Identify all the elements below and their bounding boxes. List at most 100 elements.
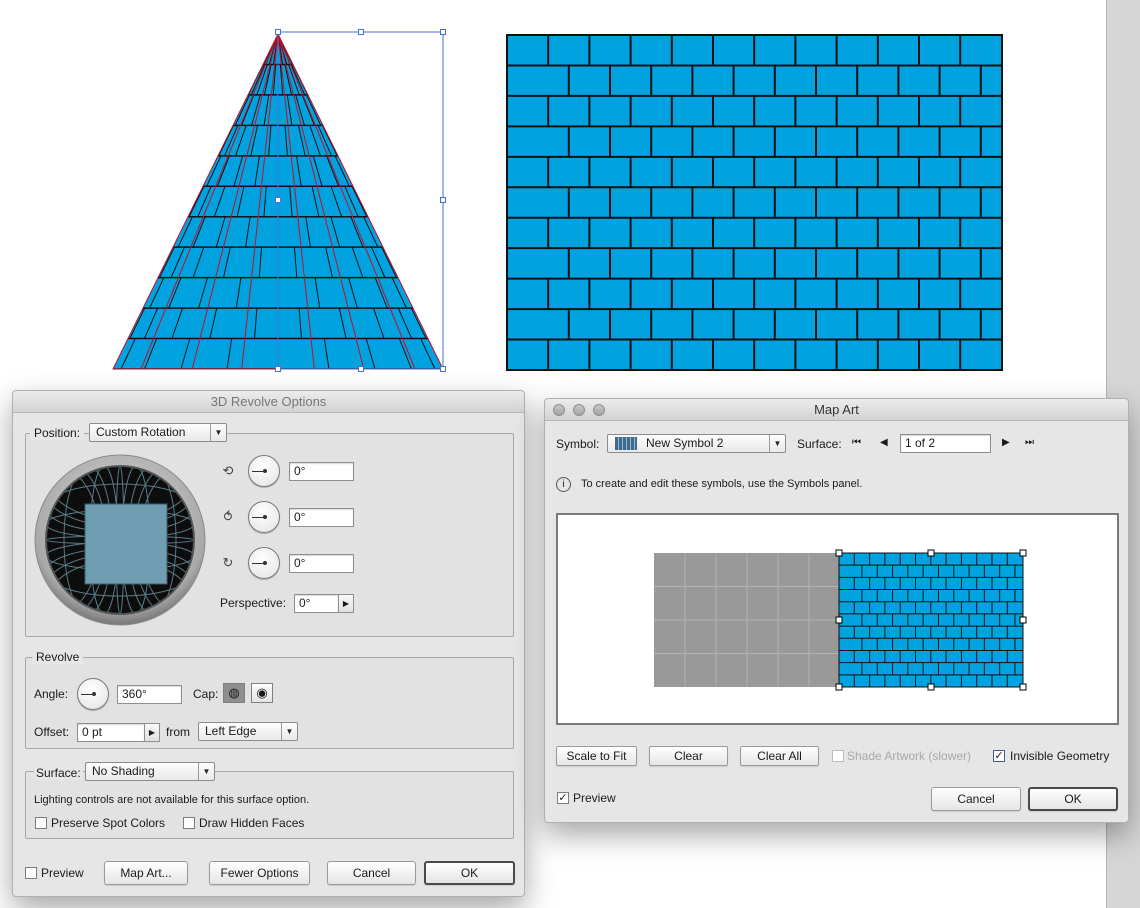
map-art-preview-checkbox[interactable]: ✓ xyxy=(557,792,569,804)
cap-off-button[interactable]: ◉ xyxy=(251,683,273,703)
revolve-dialog-title: 3D Revolve Options xyxy=(13,391,524,413)
zoom-window-button[interactable] xyxy=(593,404,605,416)
angle-field[interactable]: 360° xyxy=(117,685,182,704)
close-window-button[interactable] xyxy=(553,404,565,416)
surface-group: Surface: No Shading ▼ Lighting controls … xyxy=(25,762,514,839)
map-art-preview-area[interactable] xyxy=(556,513,1119,725)
mini-wall-fill xyxy=(839,553,1023,687)
brick-wall-symbol-artwork[interactable] xyxy=(506,34,1003,371)
position-value: Custom Rotation xyxy=(96,425,186,439)
map-art-ok-button[interactable]: OK xyxy=(1028,787,1118,811)
map-art-preview-label: Preview xyxy=(573,791,616,805)
invisible-geometry-checkbox[interactable]: ✓ xyxy=(993,750,1005,762)
first-surface-icon[interactable]: ⏮ xyxy=(852,437,861,448)
chevron-down-icon: ▼ xyxy=(198,763,214,780)
preserve-spot-colors-checkbox[interactable] xyxy=(35,817,47,829)
position-label: Position: xyxy=(30,426,85,440)
map-art-button[interactable]: Map Art... xyxy=(104,861,188,885)
angle-label: Angle: xyxy=(34,687,69,701)
y-rotation-field[interactable]: 0° xyxy=(289,508,354,527)
angle-dial[interactable] xyxy=(77,678,109,710)
selection-handle xyxy=(275,197,281,203)
offset-arrow-button[interactable]: ▶ xyxy=(144,723,160,742)
selection-handle xyxy=(358,29,364,35)
shade-artwork-checkbox[interactable] xyxy=(832,750,844,762)
uv-map-canvas xyxy=(654,549,1027,691)
draw-hidden-faces-checkbox[interactable] xyxy=(183,817,195,829)
from-edge-value: Left Edge xyxy=(205,724,257,738)
symbol-handle xyxy=(835,683,843,691)
symbol-value: New Symbol 2 xyxy=(646,436,724,450)
z-rotation-dial[interactable] xyxy=(248,547,280,579)
last-surface-icon[interactable]: ⏭ xyxy=(1025,437,1034,448)
revolve-options-dialog: 3D Revolve Options Position: Custom Rota… xyxy=(12,390,525,897)
surface-index-field[interactable]: 1 of 2 xyxy=(900,434,991,453)
symbol-handle xyxy=(1019,683,1027,691)
surface-note: Lighting controls are not available for … xyxy=(34,794,310,806)
x-rotation-field[interactable]: 0° xyxy=(289,462,354,481)
symbol-dropdown[interactable]: New Symbol 2 ▼ xyxy=(607,434,786,453)
minimize-window-button[interactable] xyxy=(573,404,585,416)
surface-value: No Shading xyxy=(92,764,155,778)
map-art-cancel-button[interactable]: Cancel xyxy=(931,787,1021,811)
symbol-handle xyxy=(835,616,843,624)
map-art-dialog: Map Art Symbol: New Symbol 2 ▼ Surface: … xyxy=(544,398,1129,823)
offset-label: Offset: xyxy=(34,725,70,739)
perspective-arrow-button[interactable]: ▶ xyxy=(338,594,354,613)
position-dropdown[interactable]: Custom Rotation ▼ xyxy=(89,423,227,442)
info-icon: i xyxy=(556,477,571,492)
previous-surface-icon[interactable]: ◀ xyxy=(880,437,888,448)
map-art-title: Map Art xyxy=(814,402,859,417)
z-rotation-field[interactable]: 0° xyxy=(289,554,354,573)
y-axis-rotation-icon: ⥀ xyxy=(223,509,233,524)
info-text: To create and edit these symbols, use th… xyxy=(581,478,863,490)
revolve-preview-label: Preview xyxy=(41,866,84,880)
fewer-options-button[interactable]: Fewer Options xyxy=(209,861,310,885)
artboard xyxy=(112,29,1003,372)
cap-on-button[interactable]: ◍ xyxy=(223,683,245,703)
symbol-handle xyxy=(835,549,843,557)
offset-field[interactable]: 0 pt xyxy=(77,723,145,742)
position-group: Position: Custom Rotation ▼ ⟲ 0° ⥀ 0° ↻ xyxy=(25,423,514,637)
z-axis-rotation-icon: ↻ xyxy=(222,555,234,570)
clear-button[interactable]: Clear xyxy=(649,746,728,766)
symbol-handle xyxy=(927,683,935,691)
next-surface-icon[interactable]: ▶ xyxy=(1002,437,1010,448)
scale-to-fit-button[interactable]: Scale to Fit xyxy=(556,746,637,766)
revolve-preview-checkbox[interactable] xyxy=(25,867,37,879)
selection-handle xyxy=(358,366,364,372)
surface-uv-map xyxy=(654,553,839,687)
selection-handle xyxy=(440,29,446,35)
y-rotation-dial[interactable] xyxy=(248,501,280,533)
track-cube-widget[interactable] xyxy=(34,454,206,626)
from-edge-dropdown[interactable]: Left Edge ▼ xyxy=(198,722,298,741)
wall-fill xyxy=(507,35,1002,370)
surface-nav-label: Surface: xyxy=(797,437,842,451)
from-label: from xyxy=(166,725,190,739)
revolve-group-label: Revolve xyxy=(32,650,84,664)
perspective-label: Perspective: xyxy=(220,596,287,610)
chevron-down-icon: ▼ xyxy=(769,435,785,452)
selection-handle xyxy=(440,197,446,203)
symbol-thumbnail-icon xyxy=(615,437,637,450)
map-art-titlebar: Map Art xyxy=(545,399,1128,421)
x-rotation-dial[interactable] xyxy=(248,455,280,487)
selection-handle xyxy=(275,29,281,35)
x-axis-rotation-icon: ⟲ xyxy=(222,463,234,478)
selection-handle xyxy=(440,366,446,372)
preserve-spot-colors-label: Preserve Spot Colors xyxy=(51,816,166,830)
surface-dropdown[interactable]: No Shading ▼ xyxy=(85,762,215,781)
perspective-field[interactable]: 0° xyxy=(294,594,339,613)
revolve-group: Revolve Angle: 360° Cap: ◍ ◉ Offset: 0 p… xyxy=(25,650,514,749)
shade-artwork-label: Shade Artwork (slower) xyxy=(847,749,972,763)
chevron-down-icon: ▼ xyxy=(210,424,226,441)
symbol-handle xyxy=(1019,616,1027,624)
symbol-handle xyxy=(927,549,935,557)
revolve-cancel-button[interactable]: Cancel xyxy=(327,861,416,885)
symbol-label: Symbol: xyxy=(556,437,600,451)
surface-label: Surface: xyxy=(34,766,83,780)
clear-all-button[interactable]: Clear All xyxy=(740,746,819,766)
cap-label: Cap: xyxy=(193,687,219,701)
revolve-ok-button[interactable]: OK xyxy=(424,861,515,885)
mapped-symbol-artwork[interactable] xyxy=(838,552,1024,688)
